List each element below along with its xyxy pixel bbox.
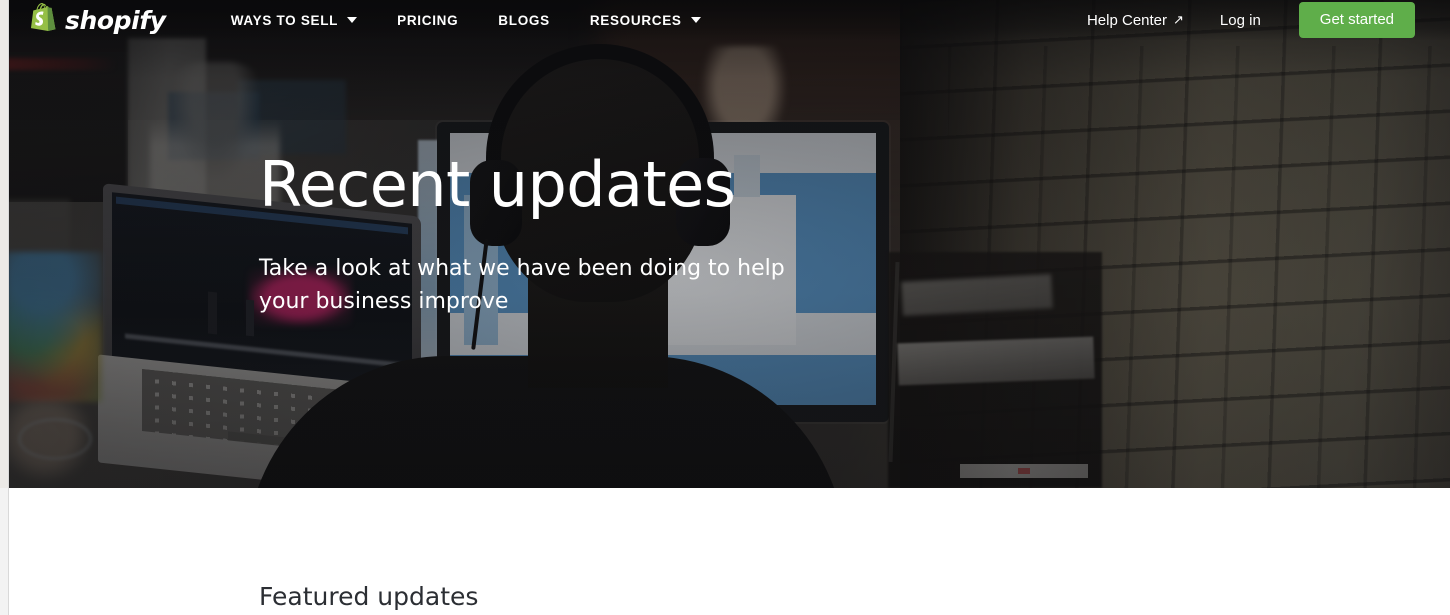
nav-item-ways-to-sell[interactable]: WAYS TO SELL (211, 13, 377, 28)
hero-subtitle: Take a look at what we have been doing t… (259, 255, 785, 315)
shopify-wordmark: shopify (65, 5, 166, 35)
nav-item-blogs[interactable]: BLOGS (478, 13, 570, 28)
page-title: Recent updates (259, 148, 736, 221)
nav-item-pricing[interactable]: PRICING (377, 13, 478, 28)
nav-item-label: WAYS TO SELL (230, 12, 339, 28)
nav-item-label: PRICING (397, 12, 459, 28)
nav-item-label: BLOGS (498, 12, 550, 28)
page-root: Recent updates Take a look at what we ha… (0, 0, 1450, 615)
shopify-bag-icon (31, 2, 57, 38)
help-center-label: Help Center (1086, 11, 1168, 29)
get-started-button[interactable]: Get started (1298, 2, 1415, 38)
page-left-gutter (0, 0, 9, 615)
primary-nav-links: WAYS TO SELL PRICING BLOGS RESOURCES (211, 13, 721, 28)
help-center-link[interactable]: Help Center ↗ (1069, 12, 1202, 29)
featured-updates-section: Featured updates (0, 488, 1450, 615)
chevron-down-icon (347, 17, 358, 23)
chevron-down-icon (690, 17, 701, 23)
external-link-arrow-icon: ↗ (1173, 11, 1184, 27)
gutter-fill (0, 0, 8, 488)
nav-item-resources[interactable]: RESOURCES (570, 13, 721, 28)
hero-section: Recent updates Take a look at what we ha… (0, 0, 1450, 488)
secondary-nav-links: Help Center ↗ Log in Get started (1069, 2, 1415, 38)
section-heading: Featured updates (259, 582, 479, 611)
shopify-logo-link[interactable]: shopify (31, 2, 166, 38)
top-navigation-bar: shopify WAYS TO SELL PRICING BLOGS RESOU… (0, 0, 1450, 40)
log-in-label: Log in (1219, 11, 1261, 29)
nav-item-label: RESOURCES (589, 12, 682, 28)
hero-copy: Recent updates Take a look at what we ha… (259, 148, 899, 319)
log-in-link[interactable]: Log in (1202, 12, 1279, 29)
